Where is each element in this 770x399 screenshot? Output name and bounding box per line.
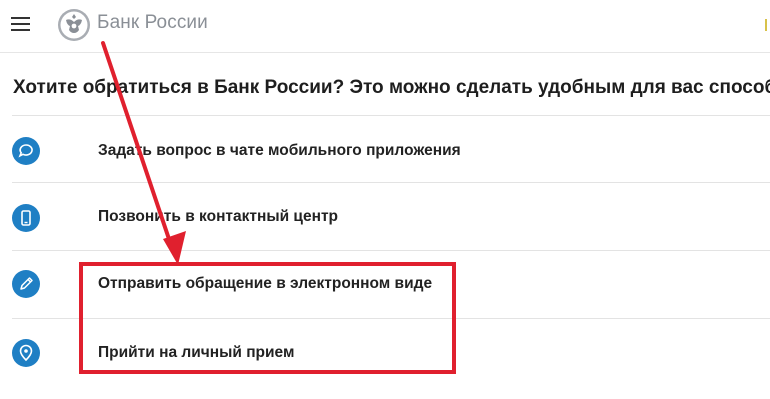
option-label: Прийти на личный прием [98,344,295,361]
page-title: Хотите обратиться в Банк России? Это мож… [13,77,770,98]
location-pin-icon [12,339,40,367]
pencil-icon [12,270,40,298]
brand-name[interactable]: Банк России [97,12,208,34]
phone-icon [12,204,40,232]
divider [12,318,770,319]
bank-emblem-icon[interactable] [57,8,91,42]
divider [12,182,770,183]
option-personal-visit[interactable]: Прийти на личный прием [0,318,770,385]
header-edge-indicator [765,19,767,31]
site-header: Банк России [0,0,770,53]
option-label: Задать вопрос в чате мобильного приложен… [98,142,461,159]
option-chat[interactable]: Задать вопрос в чате мобильного приложен… [0,115,770,182]
divider [12,115,770,116]
option-label: Отправить обращение в электронном виде [98,275,433,292]
option-phone[interactable]: Позвонить в контактный центр [0,182,770,249]
chat-bubble-icon [12,137,40,165]
option-online-appeal[interactable]: Отправить обращение в электронном виде [0,250,770,317]
hamburger-menu-icon[interactable] [11,17,30,31]
divider [12,250,770,251]
option-label: Позвонить в контактный центр [98,208,339,225]
